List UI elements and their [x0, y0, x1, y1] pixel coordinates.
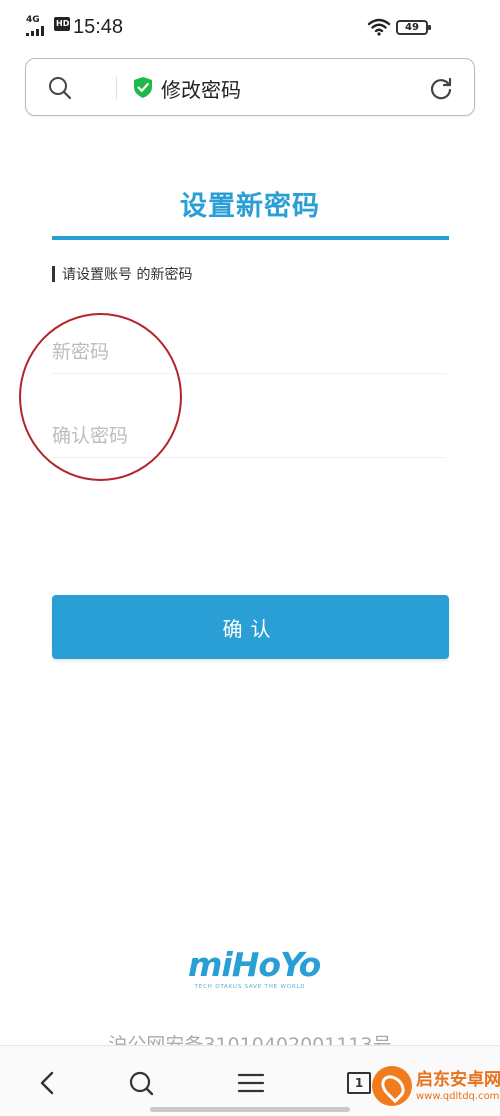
tabs-icon[interactable]: 1: [342, 1066, 376, 1100]
hint-marker: [52, 266, 55, 282]
nav-search-icon[interactable]: [124, 1066, 158, 1100]
home-indicator[interactable]: [150, 1107, 350, 1112]
confirm-password-field[interactable]: [52, 404, 446, 458]
new-password-input[interactable]: [52, 320, 446, 373]
confirm-password-input[interactable]: [52, 404, 446, 457]
status-bar: 4G HD 15:48 49: [0, 0, 500, 52]
signal-icon: [26, 26, 44, 36]
back-icon[interactable]: [30, 1066, 64, 1100]
wifi-icon: [367, 18, 391, 40]
logo-text: miHoYo: [188, 945, 321, 984]
network-type: 4G: [26, 15, 40, 25]
mihoyo-logo: miHoYo TECH OTAKUS SAVE THE WORLD: [188, 945, 321, 996]
secure-shield-icon[interactable]: [133, 76, 153, 103]
address-divider: [116, 76, 117, 100]
watermark-name: 启东安卓网: [416, 1070, 500, 1090]
logo-tagline: TECH OTAKUS SAVE THE WORLD: [194, 984, 306, 990]
site-watermark: 启东安卓网 www.qdltdq.com: [372, 1064, 500, 1112]
form-title: 设置新密码: [180, 191, 320, 222]
tab-count: 1: [347, 1072, 371, 1094]
address-bar[interactable]: 修改密码: [25, 58, 475, 116]
clock: 15:48: [73, 16, 124, 38]
title-underline: [52, 236, 449, 240]
hd-badge: HD: [54, 17, 70, 31]
browser-page: 4G HD 15:48 49 修改密码 设置新密码 请设置账号 的新密码 确认 …: [0, 0, 500, 1116]
new-password-field[interactable]: [52, 320, 446, 374]
watermark-logo-icon: [372, 1066, 412, 1106]
page-title[interactable]: 修改密码: [161, 74, 241, 103]
watermark-url: www.qdltdq.com: [416, 1091, 500, 1102]
refresh-icon[interactable]: [428, 76, 454, 106]
menu-icon[interactable]: [234, 1066, 268, 1100]
hint-text: 请设置账号 的新密码: [62, 267, 193, 283]
battery-indicator: 49: [396, 20, 431, 35]
search-icon[interactable]: [48, 76, 72, 104]
confirm-button[interactable]: 确认: [52, 595, 449, 659]
account-hint: 请设置账号 的新密码: [52, 264, 192, 284]
